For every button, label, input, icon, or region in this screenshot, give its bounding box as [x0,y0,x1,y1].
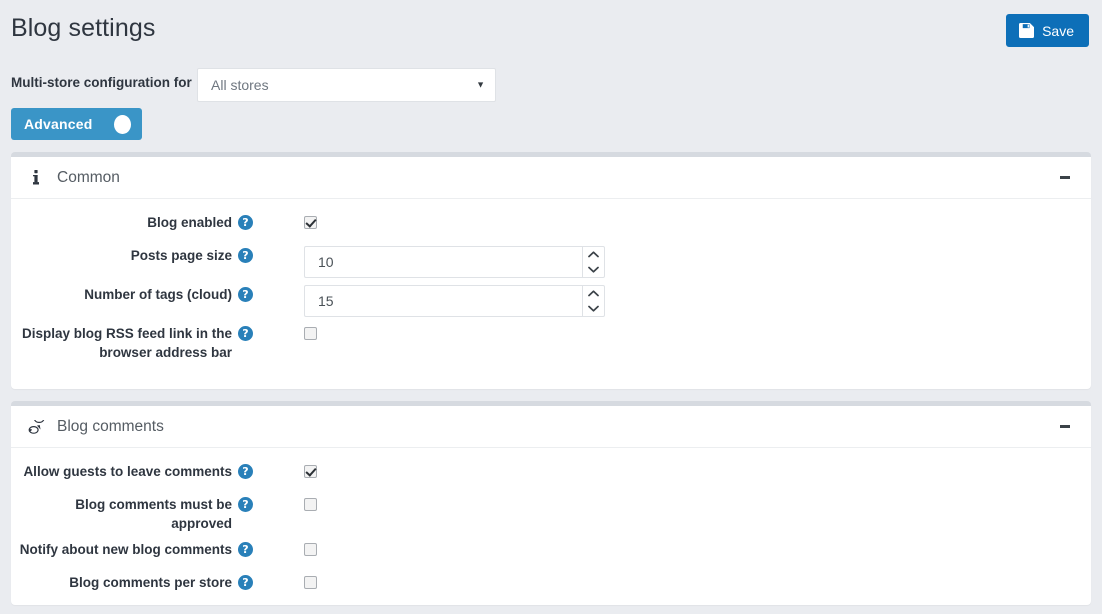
section-common-title: Common [57,169,120,187]
comments-must-be-approved-checkbox[interactable] [304,498,317,511]
spinner-down-button[interactable] [583,301,604,316]
posts-page-size-spinner [304,246,605,278]
field-control [262,246,605,278]
comments-per-store-checkbox[interactable] [304,576,317,589]
field-label-wrap: Allow guests to leave comments ? [11,462,262,481]
field-comments-per-store: Blog comments per store ? [11,573,1091,599]
field-posts-page-size: Posts page size ? [11,246,1091,278]
section-common-body: Blog enabled ? Posts page size ? [11,199,1091,379]
section-blog-comments-title: Blog comments [57,418,164,436]
field-control [262,285,605,317]
field-label-wrap: Notify about new blog comments ? [11,540,262,559]
number-of-tags-input[interactable] [304,285,582,317]
spinner-up-button[interactable] [583,286,604,301]
field-control [262,324,317,340]
chevron-down-icon: ▼ [476,81,485,90]
store-select-value: All stores [198,77,269,93]
field-label: Posts page size [131,246,232,265]
question-circle-icon[interactable]: ? [238,542,253,557]
field-rss-feed-link: Display blog RSS feed link in the browse… [11,324,1091,362]
question-circle-icon[interactable]: ? [238,326,253,341]
save-button-label: Save [1042,23,1074,39]
field-label-wrap: Blog comments per store ? [11,573,262,592]
multi-store-label: Multi-store configuration for [11,75,192,90]
info-icon [23,170,49,185]
field-label: Number of tags (cloud) [84,285,232,304]
question-circle-icon[interactable]: ? [238,464,253,479]
field-notify-new-comments: Notify about new blog comments ? [11,540,1091,566]
field-label-wrap: Posts page size ? [11,246,262,265]
number-of-tags-spinner [304,285,605,317]
advanced-toggle-knob [114,115,131,134]
field-label-wrap: Blog enabled ? [11,213,262,232]
multi-store-row: Multi-store configuration for All stores… [0,68,520,102]
field-label: Notify about new blog comments [20,540,232,559]
posts-page-size-input[interactable] [304,246,582,278]
page-title: Blog settings [11,12,155,44]
question-circle-icon[interactable]: ? [238,497,253,512]
floppy-disk-icon [1019,23,1034,38]
field-allow-guest-comments: Allow guests to leave comments ? [11,462,1091,488]
blog-enabled-checkbox[interactable] [304,216,317,229]
field-label: Blog comments must be approved [11,495,232,533]
field-label: Blog comments per store [69,573,232,592]
spinner-buttons [582,246,605,278]
minus-icon [1060,176,1070,179]
rss-feed-link-checkbox[interactable] [304,327,317,340]
section-blog-comments: Blog comments Allow guests to leave comm… [11,401,1091,605]
field-label: Display blog RSS feed link in the browse… [11,324,232,362]
allow-guest-comments-checkbox[interactable] [304,465,317,478]
field-comments-must-be-approved: Blog comments must be approved ? [11,495,1091,533]
spinner-up-button[interactable] [583,247,604,262]
blog-settings-page: Blog settings Save Multi-store configura… [0,0,1102,614]
section-blog-comments-body: Allow guests to leave comments ? Blog co… [11,448,1091,614]
collapse-common-button[interactable] [1054,169,1076,187]
field-label-wrap: Blog comments must be approved ? [11,495,262,533]
field-label: Allow guests to leave comments [23,462,232,481]
store-select[interactable]: All stores ▼ [197,68,496,102]
notify-new-comments-checkbox[interactable] [304,543,317,556]
section-common-header: Common [11,157,1091,199]
field-control [262,573,317,589]
spinner-buttons [582,285,605,317]
comments-icon [23,420,49,434]
collapse-blog-comments-button[interactable] [1054,418,1076,436]
question-circle-icon[interactable]: ? [238,248,253,263]
section-common: Common Blog enabled ? Posts page size ? [11,152,1091,389]
field-control [262,540,317,556]
spinner-down-button[interactable] [583,262,604,277]
question-circle-icon[interactable]: ? [238,215,253,230]
field-label-wrap: Number of tags (cloud) ? [11,285,262,304]
section-blog-comments-header: Blog comments [11,406,1091,448]
advanced-toggle[interactable]: Advanced [11,108,142,140]
advanced-toggle-label: Advanced [24,116,93,132]
field-label-wrap: Display blog RSS feed link in the browse… [11,324,262,362]
field-number-of-tags: Number of tags (cloud) ? [11,285,1091,317]
field-label: Blog enabled [147,213,232,232]
field-control [262,213,317,229]
save-button[interactable]: Save [1006,14,1089,47]
minus-icon [1060,425,1070,428]
question-circle-icon[interactable]: ? [238,575,253,590]
field-control [262,462,317,478]
field-blog-enabled: Blog enabled ? [11,213,1091,239]
question-circle-icon[interactable]: ? [238,287,253,302]
field-control [262,495,317,511]
